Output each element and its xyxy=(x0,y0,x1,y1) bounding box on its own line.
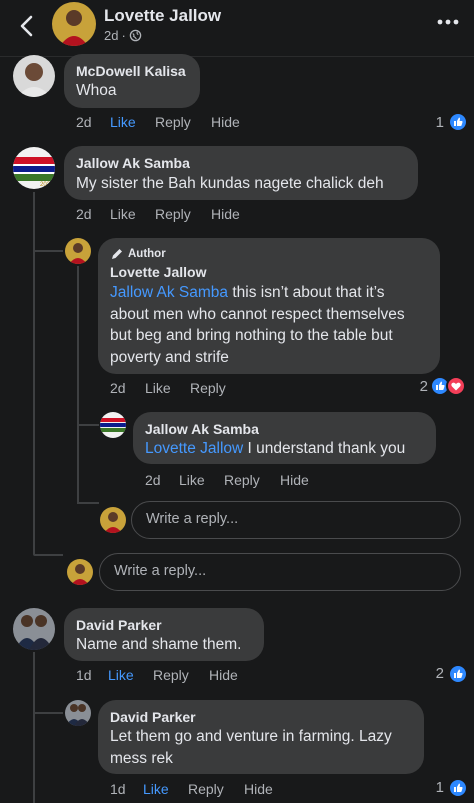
author-badge: Author xyxy=(110,247,166,261)
like-button[interactable]: Like xyxy=(145,380,171,396)
comment-time: 2d xyxy=(76,206,92,222)
reply-button[interactable]: Reply xyxy=(153,667,189,683)
thread-connector xyxy=(33,712,63,714)
like-button[interactable]: Like xyxy=(110,206,136,222)
comment-author[interactable]: Jallow Ak Samba xyxy=(76,155,190,171)
reply-button[interactable]: Reply xyxy=(155,114,191,130)
comment-author[interactable]: Lovette Jallow xyxy=(110,264,206,280)
avatar xyxy=(100,507,126,533)
avatar[interactable] xyxy=(65,700,91,726)
author-badge-label: Author xyxy=(128,248,166,260)
comment-time: 2d xyxy=(110,380,126,396)
mention-link[interactable]: Jallow Ak Samba xyxy=(110,284,228,301)
like-icon xyxy=(448,112,468,132)
hide-button[interactable]: Hide xyxy=(211,206,240,222)
comment-time: 1d xyxy=(110,781,126,797)
avatar[interactable] xyxy=(13,608,55,650)
like-icon xyxy=(448,664,468,684)
hide-button[interactable]: Hide xyxy=(209,667,238,683)
page-title[interactable]: Lovette Jallow xyxy=(104,6,221,26)
hide-button[interactable]: Hide xyxy=(280,472,309,488)
comment-time: 1d xyxy=(76,667,92,683)
avatar[interactable] xyxy=(100,412,126,438)
mention-link[interactable]: Lovette Jallow xyxy=(145,440,243,457)
reply-button[interactable]: Reply xyxy=(190,380,226,396)
more-icon[interactable] xyxy=(436,16,460,28)
heart-icon xyxy=(446,376,466,396)
comment-text: Let them go and venture in farming. Lazy… xyxy=(110,728,392,767)
svg-text:2021: 2021 xyxy=(40,182,54,188)
comment-text: Whoa xyxy=(76,82,117,99)
thread-connector xyxy=(77,424,99,426)
comment-time: 2d xyxy=(76,114,92,130)
comment-time: 2d xyxy=(145,472,161,488)
comment-author[interactable]: David Parker xyxy=(76,617,162,633)
like-button[interactable]: Like xyxy=(143,781,169,797)
comment-author[interactable]: Jallow Ak Samba xyxy=(145,421,259,437)
pencil-icon xyxy=(112,249,122,259)
post-header: Lovette Jallow 2d · xyxy=(0,0,474,57)
reply-button[interactable]: Reply xyxy=(224,472,260,488)
like-icon xyxy=(448,778,468,798)
avatar[interactable] xyxy=(52,2,96,46)
hide-button[interactable]: Hide xyxy=(244,781,273,797)
comment-author[interactable]: David Parker xyxy=(110,709,196,725)
reaction-count[interactable]: 2 xyxy=(410,378,428,395)
comment-text: Lovette Jallow I understand thank you xyxy=(145,440,406,457)
back-arrow-icon[interactable] xyxy=(14,12,42,40)
like-button[interactable]: Like xyxy=(179,472,205,488)
meta-separator: · xyxy=(121,28,126,43)
thread-line xyxy=(33,192,35,554)
reaction-count[interactable]: 2 xyxy=(420,665,444,682)
reply-input[interactable]: Write a reply... xyxy=(131,501,461,539)
reply-button[interactable]: Reply xyxy=(155,206,191,222)
hide-button[interactable]: Hide xyxy=(211,114,240,130)
thread-line xyxy=(33,652,35,803)
thread-connector xyxy=(77,502,99,504)
thread-connector xyxy=(33,554,63,556)
comment-author[interactable]: McDowell Kalisa xyxy=(76,63,186,79)
avatar xyxy=(67,559,93,585)
avatar[interactable] xyxy=(13,55,55,97)
reply-input[interactable]: Write a reply... xyxy=(99,553,461,591)
thread-connector xyxy=(33,250,63,252)
post-meta: 2d · xyxy=(104,28,142,43)
reply-button[interactable]: Reply xyxy=(188,781,224,797)
comment-text: Name and shame them. xyxy=(76,636,242,653)
globe-icon xyxy=(129,29,142,42)
reaction-count[interactable]: 1 xyxy=(420,114,444,131)
avatar[interactable] xyxy=(65,238,91,264)
comment-text: Jallow Ak Samba this isn’t about that it… xyxy=(110,284,405,366)
thread-line xyxy=(77,266,79,502)
reaction-count[interactable]: 1 xyxy=(420,779,444,796)
post-time: 2d xyxy=(104,28,119,43)
avatar[interactable]: 2021 xyxy=(13,147,55,189)
like-button[interactable]: Like xyxy=(110,114,136,130)
like-button[interactable]: Like xyxy=(108,667,134,683)
reply-placeholder: Write a reply... xyxy=(114,563,207,579)
reply-placeholder: Write a reply... xyxy=(146,511,239,527)
comment-text: My sister the Bah kundas nagete chalick … xyxy=(76,175,384,192)
